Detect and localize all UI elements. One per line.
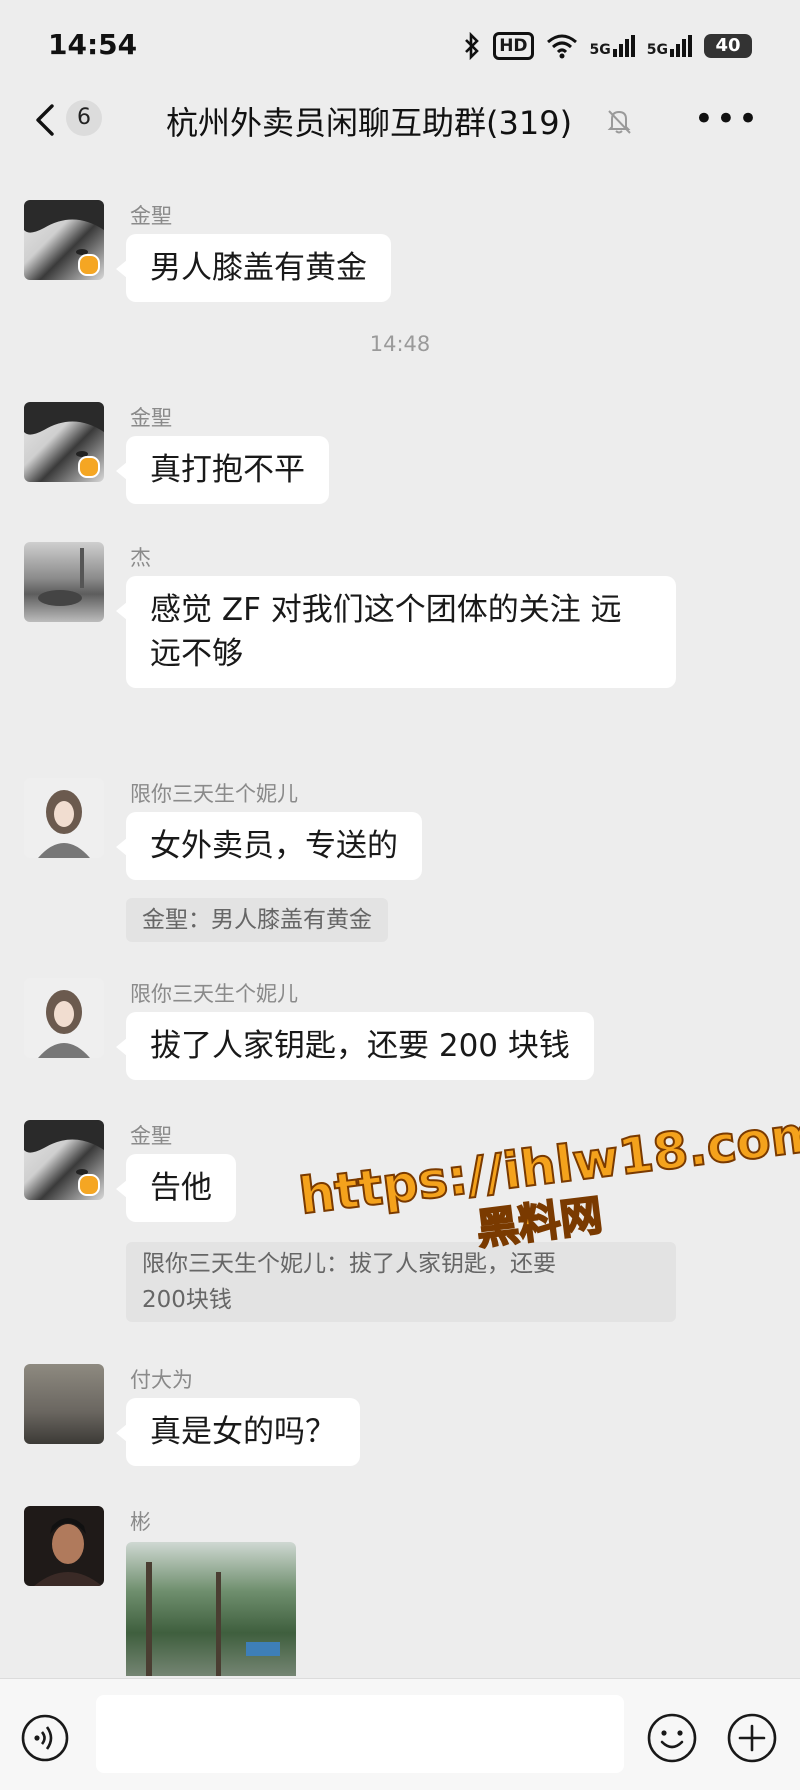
watermark-url: https://ihlw18.com [295,1103,800,1227]
message-bubble[interactable]: 拔了人家钥匙，还要 200 块钱 [116,1012,594,1080]
more-dots-icon[interactable]: ••• [694,102,760,136]
status-time: 14:54 [48,28,138,61]
verified-badge-icon [78,254,100,276]
quoted-text-line: 限你三天生个妮儿：拔了人家钥匙，还要 [142,1251,556,1277]
plus-circle-icon[interactable] [726,1712,778,1764]
avatar[interactable] [24,402,104,482]
smiley-icon[interactable] [646,1712,698,1764]
message-bubble[interactable]: 女外卖员，专送的 [116,812,422,880]
hd-icon: HD [493,32,534,60]
avatar[interactable] [24,1120,104,1200]
image-message[interactable] [126,1542,296,1676]
status-icons: HD 5G 5G 40 [463,30,752,62]
voice-icon[interactable] [20,1713,70,1763]
signal-1-icon: 5G [590,35,635,57]
avatar[interactable] [24,200,104,280]
verified-badge-icon [78,1174,100,1196]
chevron-left-icon[interactable] [28,98,68,142]
avatar[interactable] [24,778,104,858]
quoted-message[interactable]: 金聖：男人膝盖有黄金 [126,898,388,942]
bell-off-icon [607,110,631,134]
message-list[interactable]: 金聖 男人膝盖有黄金 14:48 金聖 真打抱不平 杰 感觉 ZF 对我们这个团… [0,156,800,1676]
avatar[interactable] [24,1364,104,1444]
unread-count-badge[interactable]: 6 [66,100,102,136]
sender-name: 金聖 [130,406,172,430]
sender-name: 金聖 [130,1124,172,1148]
battery-icon: 40 [704,34,752,58]
verified-badge-icon [78,456,100,478]
avatar[interactable] [24,542,104,622]
chat-screen: 14:54 HD 5G 5G 40 6 杭州外卖员闲聊互助群(319) ••• … [0,0,800,1790]
sender-name: 限你三天生个妮儿 [130,982,298,1006]
wifi-icon [546,34,577,59]
sender-name: 杰 [130,546,151,570]
message-text-line: 感觉 ZF 对我们这个团体的关注 远 [150,592,622,628]
signal-2-icon: 5G [647,35,692,57]
status-bar: 14:54 HD 5G 5G 40 [0,0,800,80]
page-title: 杭州外卖员闲聊互助群(319) [166,104,573,142]
bluetooth-icon [465,32,480,60]
chat-header: 6 杭州外卖员闲聊互助群(319) ••• [0,84,800,156]
sender-name: 限你三天生个妮儿 [130,782,298,806]
message-bubble[interactable]: 真打抱不平 [116,436,329,504]
input-bar [0,1678,800,1790]
avatar[interactable] [24,978,104,1058]
avatar[interactable] [24,1506,104,1586]
sender-name: 金聖 [130,204,172,228]
quoted-text-line: 200块钱 [142,1287,232,1313]
sender-name: 付大为 [130,1368,193,1392]
message-timestamp: 14:48 [369,332,431,356]
message-text-line: 远不够 [150,636,243,672]
message-bubble[interactable]: 男人膝盖有黄金 [116,234,391,302]
quoted-message[interactable]: 限你三天生个妮儿：拔了人家钥匙，还要 200块钱 [126,1242,676,1322]
sender-name: 彬 [130,1510,151,1534]
message-bubble[interactable]: 告他 [116,1154,236,1222]
message-input[interactable] [96,1695,624,1773]
message-bubble[interactable]: 真是女的吗？ [116,1398,360,1466]
message-bubble[interactable]: 感觉 ZF 对我们这个团体的关注 远 远不够 [116,576,676,688]
